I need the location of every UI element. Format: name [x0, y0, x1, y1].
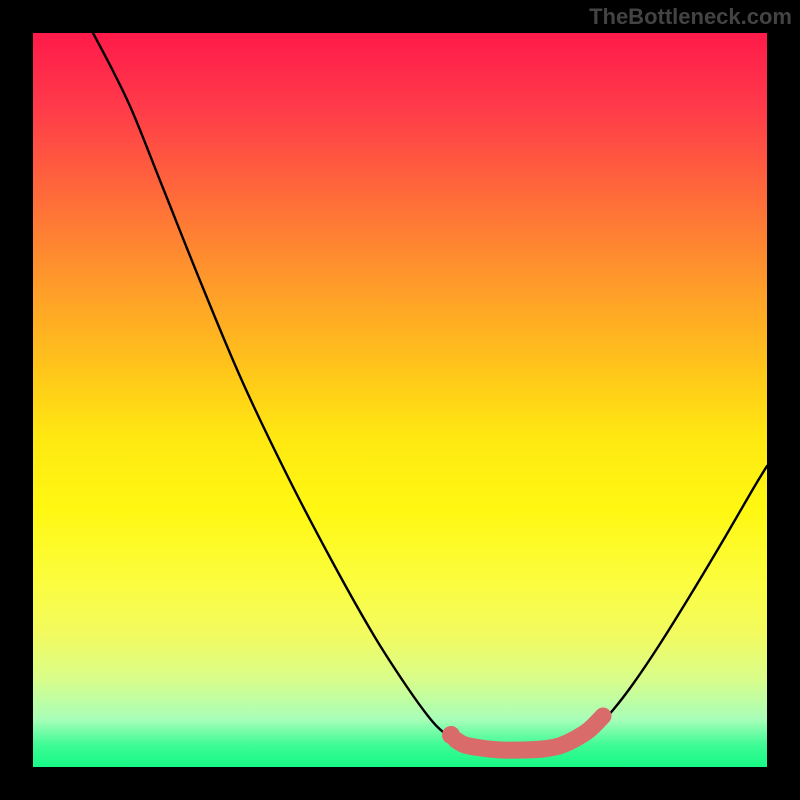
chart-svg — [33, 33, 767, 767]
plot-area — [33, 33, 767, 767]
chart-container: TheBottleneck.com — [0, 0, 800, 800]
watermark-text: TheBottleneck.com — [589, 4, 792, 30]
main-curve-path — [93, 33, 767, 750]
highlight-curve-path — [456, 716, 603, 750]
